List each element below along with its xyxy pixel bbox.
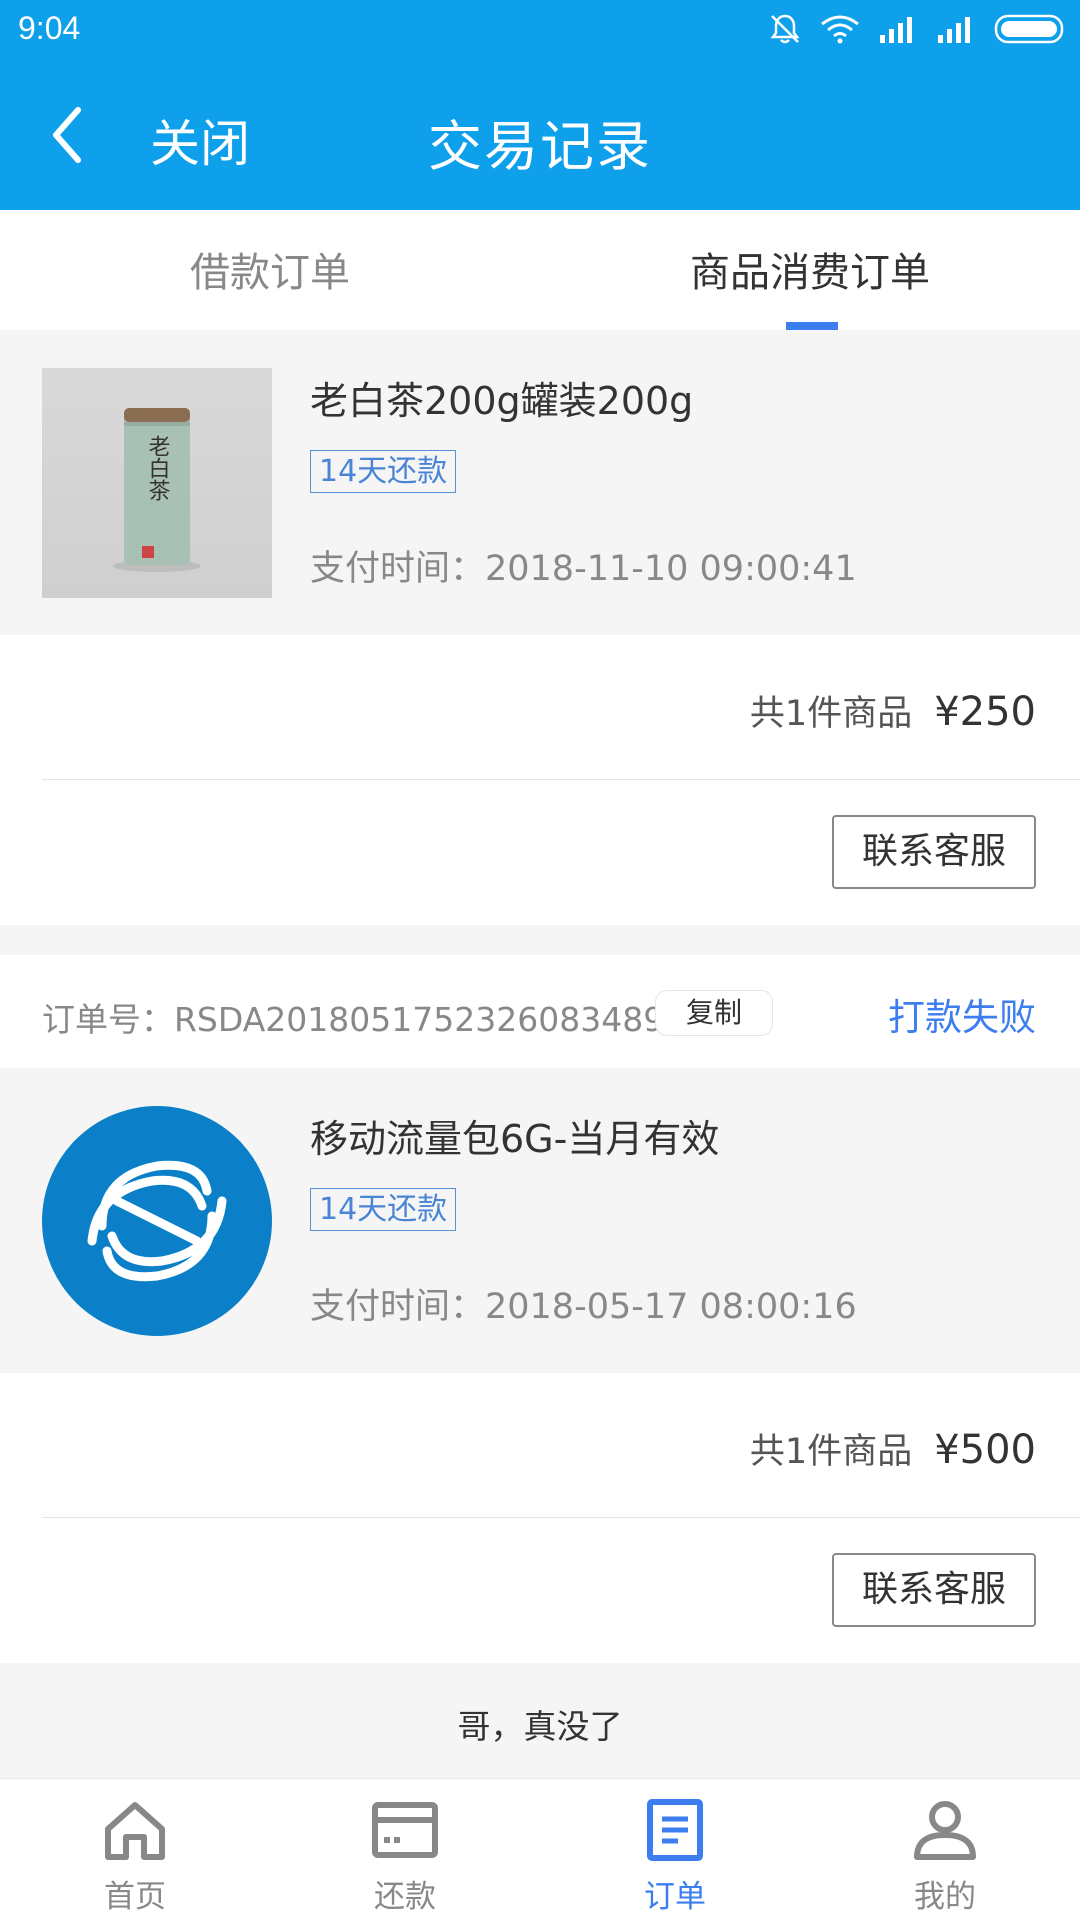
- order-summary: 共1件商品 ¥250 联系客服: [0, 635, 1080, 925]
- status-icons: [768, 12, 1066, 46]
- order-total: 共1件商品 ¥250: [750, 685, 1036, 736]
- order-item[interactable]: 老白茶 老白茶200g罐装200g 14天还款 支付时间：2018-11-10 …: [0, 330, 1080, 635]
- page-title: 交易记录: [428, 115, 652, 178]
- china-mobile-logo-icon: [42, 1106, 272, 1336]
- bell-muted-icon: [770, 14, 800, 44]
- app-header: 9:04 关闭 交易记录: [0, 0, 1080, 210]
- item-count: 共1件商品: [749, 1432, 913, 1472]
- status-time: 9:04: [18, 10, 81, 46]
- tea-can-label: 老白茶: [145, 435, 171, 501]
- item-count: 共1件商品: [749, 694, 913, 734]
- nav-home-label: 首页: [104, 1879, 166, 1915]
- profile-icon: [914, 1801, 976, 1860]
- tab-loan-orders[interactable]: 借款订单: [0, 240, 540, 298]
- order-number: 订单号：RSDA2018051752326083489: [42, 1000, 665, 1039]
- order-price: ¥250: [934, 689, 1036, 735]
- wifi-icon: [821, 15, 859, 44]
- nav-home[interactable]: 首页: [0, 1779, 270, 1920]
- tea-can-image: 老白茶: [42, 368, 272, 598]
- order-summary: 共1件商品 ¥500 联系客服: [0, 1373, 1080, 1663]
- nav-profile[interactable]: 我的: [810, 1779, 1080, 1920]
- signal-icon: [938, 17, 970, 43]
- nav-repay[interactable]: 还款: [270, 1779, 540, 1920]
- end-of-list-text: 哥，真没了: [457, 1707, 623, 1746]
- order-item[interactable]: 移动流量包6G-当月有效 14天还款 支付时间：2018-05-17 08:00…: [0, 1068, 1080, 1373]
- card-icon: [372, 1802, 438, 1858]
- home-icon: [105, 1802, 165, 1860]
- repay-tag: 14天还款: [310, 450, 457, 493]
- contact-service-button[interactable]: 联系客服: [832, 1553, 1036, 1627]
- order-total: 共1件商品 ¥500: [750, 1423, 1036, 1474]
- pay-time: 支付时间：2018-11-10 09:00:41: [310, 549, 857, 589]
- tab-bar: 借款订单 商品消费订单: [0, 210, 1080, 330]
- nav-profile-label: 我的: [914, 1879, 976, 1915]
- order-price: ¥500: [934, 1427, 1036, 1473]
- nav-repay-label: 还款: [374, 1879, 436, 1915]
- repay-tag: 14天还款: [310, 1188, 457, 1231]
- battery-icon: [994, 14, 1064, 44]
- signal-icon: [880, 17, 912, 43]
- nav-orders[interactable]: 订单: [540, 1779, 810, 1920]
- status-bar: 9:04: [0, 0, 1080, 60]
- tab-goods-orders[interactable]: 商品消费订单: [540, 240, 1080, 298]
- order-icon: [647, 1799, 703, 1861]
- copy-button[interactable]: 复制: [655, 990, 773, 1036]
- tab-active-indicator: [786, 322, 838, 330]
- product-name: 老白茶200g罐装200g: [310, 379, 694, 423]
- pay-time: 支付时间：2018-05-17 08:00:16: [310, 1287, 857, 1327]
- bottom-nav: 首页 还款 订单 我的: [0, 1778, 1080, 1920]
- nav-bar: 关闭 交易记录: [0, 60, 1080, 210]
- divider: [42, 779, 1080, 780]
- divider: [42, 1517, 1080, 1518]
- order-status: 打款失败: [888, 996, 1036, 1039]
- nav-orders-label: 订单: [644, 1879, 706, 1915]
- order-header: 订单号：RSDA2018051752326083489 复制 打款失败: [0, 955, 1080, 1068]
- contact-service-button[interactable]: 联系客服: [832, 815, 1036, 889]
- product-name: 移动流量包6G-当月有效: [310, 1117, 720, 1161]
